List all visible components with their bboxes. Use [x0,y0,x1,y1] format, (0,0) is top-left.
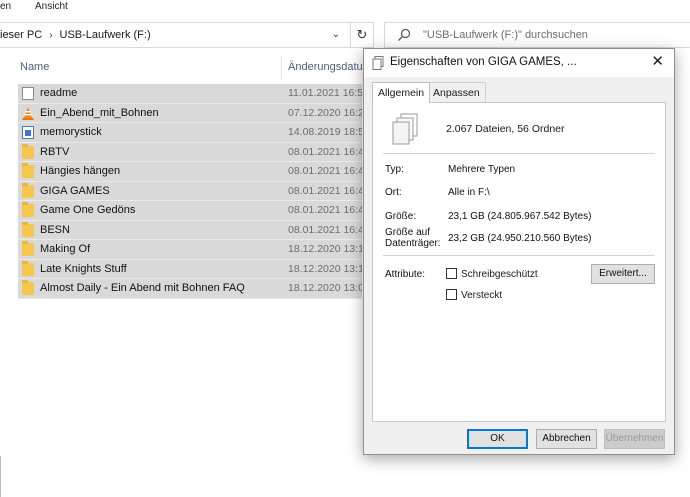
text-file-icon [22,87,34,100]
advanced-button[interactable]: Erweitert... [591,264,655,284]
blue-file-icon [22,126,34,139]
file-date: 08.01.2021 16:45 [288,223,362,236]
list-item[interactable]: Hängies hängen 08.01.2021 16:46 [18,162,362,182]
type-value: Mehrere Typen [448,164,516,175]
list-item[interactable]: Making Of 18.12.2020 13:14 [18,240,362,260]
dialog-title: Eigenschaften von GIGA GAMES, ... [390,56,577,68]
file-date: 18.12.2020 13:14 [288,243,362,255]
file-folder-count: 2.067 Dateien, 56 Ordner [446,123,565,135]
dialog-titlebar[interactable]: Eigenschaften von GIGA GAMES, ... ✕ [364,49,674,77]
list-item[interactable]: readme 11.01.2021 16:52 [18,84,362,104]
folder-name: Game One Gedöns [40,204,136,216]
folder-icon [22,182,34,198]
ribbon-tab-partial[interactable]: en [0,1,11,12]
list-item[interactable]: RBTV 08.01.2021 16:46 [18,142,362,162]
size-label: Größe: [385,211,417,222]
disk-size-value: 23,2 GB (24.950.210.560 Bytes) [448,233,592,244]
disk-size-label-line1: Größe auf [385,227,431,238]
disk-size-label-line2: Datenträger: [385,238,441,249]
folder-icon [22,143,34,159]
folder-name: GIGA GAMES [40,184,110,197]
folder-icon [22,241,34,256]
search-icon [398,28,411,41]
close-icon[interactable]: ✕ [651,54,664,70]
list-item[interactable]: Late Knights Stuff 18.12.2020 13:13 [18,259,362,279]
ribbon-tabs: en Ansicht [0,0,690,14]
folder-icon [22,280,34,295]
readonly-label[interactable]: Schreibgeschützt [461,269,538,280]
folder-icon [22,260,34,276]
address-bar[interactable]: ieser PC › USB-Laufwerk (F:) ⌄ [0,22,374,48]
breadcrumb-separator-icon[interactable]: › [49,30,52,41]
file-name: memorystick [40,126,102,138]
file-date: 08.01.2021 16:45 [288,184,362,197]
list-item[interactable]: Game One Gedöns 08.01.2021 16:45 [18,201,362,221]
location-label: Ort: [385,187,402,198]
file-name: Ein_Abend_mit_Bohnen [40,106,159,119]
attributes-label: Attribute: [385,269,426,280]
address-dropdown-chevron-icon[interactable]: ⌄ [332,29,340,40]
multiple-files-icon [392,113,418,145]
list-item[interactable]: GIGA GAMES 08.01.2021 16:45 [18,181,362,201]
list-item[interactable]: Almost Daily - Ein Abend mit Bohnen FAQ … [18,279,362,299]
list-item[interactable]: Ein_Abend_mit_Bohnen 07.12.2020 16:26 [18,103,362,123]
folder-name: Late Knights Stuff [40,262,127,275]
column-divider[interactable] [281,56,282,80]
breadcrumb-this-pc[interactable]: ieser PC [0,29,42,41]
list-item[interactable]: memorystick 14.08.2019 18:57 [18,123,362,143]
search-placeholder: "USB-Laufwerk (F:)" durchsuchen [423,29,588,41]
folder-icon [22,163,34,178]
file-list: readme 11.01.2021 16:52 Ein_Abend_mit_Bo… [18,84,362,299]
hidden-checkbox[interactable] [446,289,457,300]
vlc-cone-icon [22,106,34,120]
folder-name: BESN [40,223,70,236]
refresh-icon: ↻ [356,27,368,42]
file-date: 08.01.2021 16:46 [288,165,362,177]
folder-name: RBTV [40,145,70,158]
general-tab-panel: 2.067 Dateien, 56 Ordner Typ: Mehrere Ty… [372,102,666,422]
file-date: 07.12.2020 16:26 [288,106,362,119]
file-list-header: Name Änderungsdatum [0,52,372,82]
documents-icon [372,56,384,70]
breadcrumb-usb-drive[interactable]: USB-Laufwerk (F:) [60,29,151,41]
folder-name: Making Of [40,243,91,255]
list-item[interactable]: BESN 08.01.2021 16:45 [18,220,362,240]
breadcrumb: ieser PC › USB-Laufwerk (F:) [0,29,151,41]
size-value: 23,1 GB (24.805.967.542 Bytes) [448,211,592,222]
ok-button[interactable]: OK [467,429,528,449]
hidden-label[interactable]: Versteckt [461,290,502,301]
file-date: 08.01.2021 16:45 [288,204,362,216]
file-date: 11.01.2021 16:52 [288,87,362,99]
folder-icon [22,202,34,217]
ribbon-tab-ansicht[interactable]: Ansicht [35,1,68,12]
file-date: 18.12.2020 13:03 [288,282,362,294]
folder-icon [22,221,34,237]
file-name: readme [40,87,78,99]
refresh-button[interactable]: ↻ [350,22,374,48]
tab-allgemein[interactable]: Allgemein [372,82,431,103]
properties-dialog: Eigenschaften von GIGA GAMES, ... ✕ Allg… [363,48,675,455]
file-date: 14.08.2019 18:57 [288,126,362,138]
folder-name: Hängies hängen [40,165,121,177]
window-edge-divider [0,456,1,497]
search-box[interactable]: "USB-Laufwerk (F:)" durchsuchen [384,22,690,48]
file-date: 08.01.2021 16:46 [288,145,362,158]
column-header-date[interactable]: Änderungsdatum [288,61,372,73]
cancel-button[interactable]: Abbrechen [536,429,597,449]
column-header-name[interactable]: Name [20,61,49,73]
tab-anpassen[interactable]: Anpassen [427,82,486,102]
folder-name: Almost Daily - Ein Abend mit Bohnen FAQ [40,282,245,294]
location-value: Alle in F:\ [448,187,490,198]
type-label: Typ: [385,164,404,175]
file-date: 18.12.2020 13:13 [288,262,362,275]
separator [383,153,655,154]
readonly-checkbox[interactable] [446,268,457,279]
apply-button[interactable]: Übernehmen [604,429,665,449]
separator [383,255,655,256]
